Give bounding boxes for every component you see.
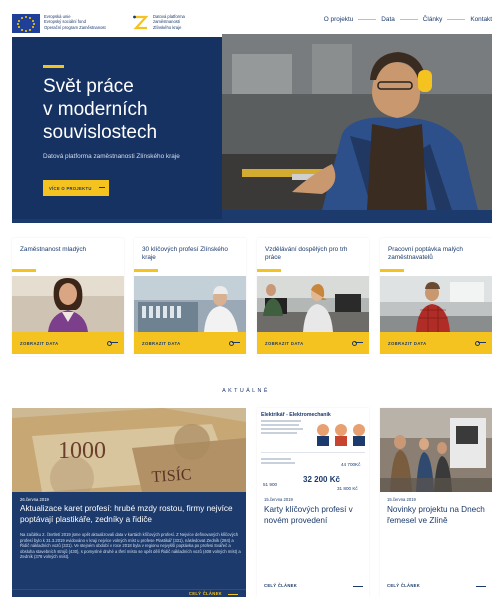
card-footer-link[interactable]: ZOBRAZIT DATA bbox=[134, 332, 246, 354]
nav-divider bbox=[399, 18, 418, 20]
nav-contact[interactable]: Kontakt bbox=[470, 16, 492, 23]
banknote-1000-text: 1000 bbox=[58, 438, 106, 464]
news-divider bbox=[12, 589, 246, 590]
card-title: Pracovní poptávka malých zaměstnavatelů bbox=[388, 246, 463, 262]
crafts-fair-photo bbox=[380, 408, 492, 492]
news-title[interactable]: Novinky projektu na Dnech řemesel ve Zlí… bbox=[387, 505, 489, 526]
news-featured-article[interactable]: 1000 TISÍC 26.června 2019 Aktualizace ka… bbox=[12, 408, 246, 597]
card-title: 30 klíčových profesí Zlínského kraje bbox=[142, 246, 228, 262]
card-accent-bar bbox=[134, 269, 158, 272]
card-footer-link[interactable]: ZOBRAZIT DATA bbox=[257, 332, 369, 354]
key-icon bbox=[352, 340, 363, 346]
card-small-employers[interactable]: Pracovní poptávka malých zaměstnavatelů … bbox=[380, 238, 492, 356]
arrow-right-icon bbox=[228, 594, 238, 595]
category-cards: Zaměstnanost mladých ZOBRAZIT DATA 30 kl… bbox=[12, 238, 492, 356]
card-key-professions[interactable]: 30 klíčových profesí Zlínského kraje ZOB… bbox=[134, 238, 246, 356]
news-excerpt: Na začátku 2. čtvrtletí 2019 jsme opět a… bbox=[20, 532, 241, 560]
key-icon bbox=[107, 340, 118, 346]
key-icon bbox=[229, 340, 240, 346]
infographic-salary: 32 200 Kč bbox=[303, 475, 340, 484]
infographic-value-3: 31 800 Kč bbox=[337, 486, 358, 491]
news-date: 15.června 2019 bbox=[387, 497, 416, 502]
card-accent-bar bbox=[12, 269, 36, 272]
card-footer-link[interactable]: ZOBRAZIT DATA bbox=[12, 332, 124, 354]
office-training-photo bbox=[257, 276, 369, 332]
platform-logo-icon[interactable] bbox=[132, 14, 149, 31]
card-footer-link[interactable]: ZOBRAZIT DATA bbox=[380, 332, 492, 354]
key-icon bbox=[475, 340, 486, 346]
show-data-link[interactable]: ZOBRAZIT DATA bbox=[265, 341, 304, 346]
craftsman-photo bbox=[380, 276, 492, 332]
platform-logo-text[interactable]: Datová platforma zaměstnanosti Zlínského… bbox=[153, 14, 213, 30]
card-title: Vzdělávání dospělých pro trh práce bbox=[265, 246, 348, 262]
show-data-link[interactable]: ZOBRAZIT DATA bbox=[142, 341, 181, 346]
hero-subtitle: Datová platforma zaměstnanosti Zlínského… bbox=[43, 153, 180, 160]
hero-worker-photo bbox=[222, 34, 492, 210]
news-title[interactable]: Aktualizace karet profesí: hrubé mzdy ro… bbox=[20, 503, 238, 525]
about-project-label: VÍCE O PROJEKTU bbox=[49, 185, 92, 191]
banknotes-photo: 1000 TISÍC bbox=[12, 408, 246, 492]
news-date: 26.června 2019 bbox=[20, 497, 49, 502]
show-data-link[interactable]: ZOBRAZIT DATA bbox=[388, 341, 427, 346]
read-more-link[interactable]: CELÝ ČLÁNEK bbox=[387, 583, 420, 588]
hero-title: Svět práce v moderních souvislostech bbox=[43, 76, 158, 143]
eu-flag-icon bbox=[12, 14, 40, 33]
arrow-right-icon bbox=[353, 586, 363, 587]
show-data-link[interactable]: ZOBRAZIT DATA bbox=[20, 341, 59, 346]
nav-data[interactable]: Data bbox=[381, 16, 395, 23]
infographic-heading: Elektrikář - Elektromechanik bbox=[261, 412, 331, 418]
card-accent-bar bbox=[257, 269, 281, 272]
arrow-right-icon bbox=[99, 187, 105, 188]
card-title: Zaměstnanost mladých bbox=[20, 246, 87, 253]
nav-articles[interactable]: Články bbox=[423, 16, 443, 23]
infographic-value-1: 51 900 bbox=[263, 482, 277, 487]
card-adult-education[interactable]: Vzdělávání dospělých pro trh práce ZOBRA… bbox=[257, 238, 369, 356]
news-section-title: AKTUÁLNĚ bbox=[222, 388, 270, 394]
read-more-link[interactable]: CELÝ ČLÁNEK bbox=[264, 583, 297, 588]
arrow-right-icon bbox=[476, 586, 486, 587]
about-project-button[interactable]: VÍCE O PROJEKTU bbox=[43, 180, 109, 196]
news-card-crafts-days[interactable]: 15.června 2019 Novinky projektu na Dnech… bbox=[380, 408, 492, 597]
news-card-profession-cards[interactable]: Elektrikář - Elektromechanik 51 900 32 2… bbox=[257, 408, 369, 597]
nav-about[interactable]: O projektu bbox=[324, 16, 353, 23]
site-header: Evropská unie Evropský sociální fond Ope… bbox=[0, 0, 492, 36]
infographic-value-2: 44 700Kč bbox=[341, 462, 361, 467]
young-woman-photo bbox=[12, 276, 124, 332]
hero-accent-bar bbox=[43, 65, 64, 68]
card-youth-employment[interactable]: Zaměstnanost mladých ZOBRAZIT DATA bbox=[12, 238, 124, 356]
read-more-link[interactable]: CELÝ ČLÁNEK bbox=[189, 591, 222, 596]
profession-infographic: Elektrikář - Elektromechanik 51 900 32 2… bbox=[257, 408, 369, 492]
card-accent-bar bbox=[380, 269, 404, 272]
news-title[interactable]: Karty klíčových profesí v novém proveden… bbox=[264, 505, 366, 526]
main-nav: O projektu Data Články Kontakt bbox=[324, 14, 492, 24]
nav-divider bbox=[447, 18, 466, 20]
nav-divider bbox=[358, 18, 377, 20]
lab-worker-photo bbox=[134, 276, 246, 332]
news-date: 15.června 2019 bbox=[264, 497, 293, 502]
eu-program-text: Evropská unie Evropský sociální fond Ope… bbox=[44, 14, 106, 30]
